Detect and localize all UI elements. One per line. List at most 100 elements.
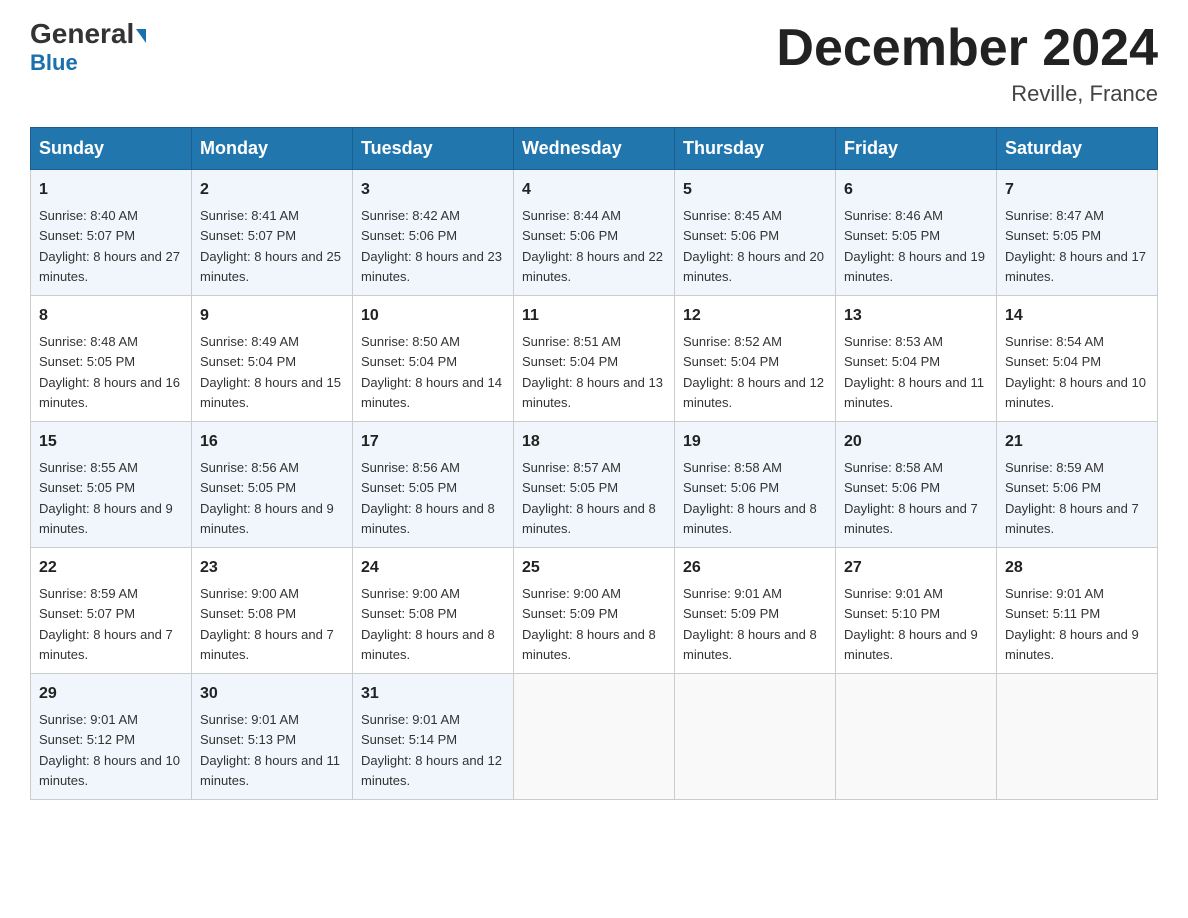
day-number: 7 [1005,178,1149,202]
weekday-header-sunday: Sunday [31,128,192,170]
day-info: Sunrise: 8:55 AMSunset: 5:05 PMDaylight:… [39,460,173,536]
day-info: Sunrise: 8:48 AMSunset: 5:05 PMDaylight:… [39,334,180,410]
day-number: 30 [200,682,344,706]
day-info: Sunrise: 9:01 AMSunset: 5:11 PMDaylight:… [1005,586,1139,662]
day-info: Sunrise: 8:47 AMSunset: 5:05 PMDaylight:… [1005,208,1146,284]
calendar-day-cell: 12 Sunrise: 8:52 AMSunset: 5:04 PMDayligh… [675,296,836,422]
calendar-day-cell: 10Sunrise: 8:50 AMSunset: 5:04 PMDayligh… [353,296,514,422]
day-info: Sunrise: 8:52 AMSunset: 5:04 PMDaylight:… [683,334,824,410]
day-info: Sunrise: 8:49 AMSunset: 5:04 PMDaylight:… [200,334,341,410]
day-number: 26 [683,556,827,580]
day-info: Sunrise: 8:45 AMSunset: 5:06 PMDaylight:… [683,208,824,284]
calendar-day-cell: 11Sunrise: 8:51 AMSunset: 5:04 PMDayligh… [514,296,675,422]
calendar-day-cell: 13Sunrise: 8:53 AMSunset: 5:04 PMDayligh… [836,296,997,422]
day-info: Sunrise: 9:01 AMSunset: 5:13 PMDaylight:… [200,712,340,788]
calendar-day-cell: 26 Sunrise: 9:01 AMSunset: 5:09 PMDayligh… [675,548,836,674]
day-number: 19 [683,430,827,454]
logo-triangle-icon [136,29,146,43]
calendar-day-cell: 2 Sunrise: 8:41 AMSunset: 5:07 PMDaylight… [192,170,353,296]
calendar-day-cell: 8 Sunrise: 8:48 AMSunset: 5:05 PMDaylight… [31,296,192,422]
calendar-week-row: 1 Sunrise: 8:40 AMSunset: 5:07 PMDaylight… [31,170,1158,296]
logo: General Blue [30,20,146,76]
day-info: Sunrise: 9:01 AMSunset: 5:12 PMDaylight:… [39,712,180,788]
calendar-day-cell: 31 Sunrise: 9:01 AMSunset: 5:14 PMDayligh… [353,674,514,800]
calendar-day-cell: 23Sunrise: 9:00 AMSunset: 5:08 PMDayligh… [192,548,353,674]
day-info: Sunrise: 8:46 AMSunset: 5:05 PMDaylight:… [844,208,985,284]
calendar-day-cell: 6 Sunrise: 8:46 AMSunset: 5:05 PMDaylight… [836,170,997,296]
calendar-day-cell: 24Sunrise: 9:00 AMSunset: 5:08 PMDayligh… [353,548,514,674]
calendar-day-cell: 27 Sunrise: 9:01 AMSunset: 5:10 PMDayligh… [836,548,997,674]
logo-bottom: Blue [30,50,78,76]
day-number: 11 [522,304,666,328]
day-info: Sunrise: 9:01 AMSunset: 5:09 PMDaylight:… [683,586,817,662]
page-header: General Blue December 2024 Reville, Fran… [30,20,1158,107]
day-number: 5 [683,178,827,202]
day-number: 22 [39,556,183,580]
day-number: 27 [844,556,988,580]
day-number: 29 [39,682,183,706]
day-number: 16 [200,430,344,454]
day-info: Sunrise: 8:41 AMSunset: 5:07 PMDaylight:… [200,208,341,284]
calendar-day-cell [514,674,675,800]
day-info: Sunrise: 8:57 AMSunset: 5:05 PMDaylight:… [522,460,656,536]
logo-top: General [30,20,146,48]
day-number: 24 [361,556,505,580]
calendar-week-row: 15 Sunrise: 8:55 AMSunset: 5:05 PMDayligh… [31,422,1158,548]
calendar-day-cell [997,674,1158,800]
calendar-day-cell: 3Sunrise: 8:42 AMSunset: 5:06 PMDaylight… [353,170,514,296]
day-info: Sunrise: 8:42 AMSunset: 5:06 PMDaylight:… [361,208,502,284]
day-number: 18 [522,430,666,454]
weekday-header-tuesday: Tuesday [353,128,514,170]
day-number: 14 [1005,304,1149,328]
day-info: Sunrise: 8:56 AMSunset: 5:05 PMDaylight:… [200,460,334,536]
day-info: Sunrise: 9:01 AMSunset: 5:10 PMDaylight:… [844,586,978,662]
weekday-header-wednesday: Wednesday [514,128,675,170]
day-info: Sunrise: 9:00 AMSunset: 5:09 PMDaylight:… [522,586,656,662]
day-number: 31 [361,682,505,706]
weekday-header-saturday: Saturday [997,128,1158,170]
month-title: December 2024 [776,20,1158,77]
calendar-table: SundayMondayTuesdayWednesdayThursdayFrid… [30,127,1158,800]
day-number: 8 [39,304,183,328]
calendar-day-cell: 5 Sunrise: 8:45 AMSunset: 5:06 PMDaylight… [675,170,836,296]
calendar-week-row: 22 Sunrise: 8:59 AMSunset: 5:07 PMDayligh… [31,548,1158,674]
day-info: Sunrise: 8:44 AMSunset: 5:06 PMDaylight:… [522,208,663,284]
day-number: 9 [200,304,344,328]
day-info: Sunrise: 8:56 AMSunset: 5:05 PMDaylight:… [361,460,495,536]
calendar-day-cell: 21Sunrise: 8:59 AMSunset: 5:06 PMDayligh… [997,422,1158,548]
day-info: Sunrise: 8:59 AMSunset: 5:06 PMDaylight:… [1005,460,1139,536]
day-number: 2 [200,178,344,202]
day-number: 12 [683,304,827,328]
weekday-header-thursday: Thursday [675,128,836,170]
day-info: Sunrise: 8:58 AMSunset: 5:06 PMDaylight:… [683,460,817,536]
calendar-day-cell: 17 Sunrise: 8:56 AMSunset: 5:05 PMDayligh… [353,422,514,548]
calendar-day-cell: 7 Sunrise: 8:47 AMSunset: 5:05 PMDaylight… [997,170,1158,296]
day-info: Sunrise: 8:53 AMSunset: 5:04 PMDaylight:… [844,334,984,410]
day-info: Sunrise: 9:01 AMSunset: 5:14 PMDaylight:… [361,712,502,788]
day-number: 15 [39,430,183,454]
day-info: Sunrise: 8:59 AMSunset: 5:07 PMDaylight:… [39,586,173,662]
weekday-header-monday: Monday [192,128,353,170]
day-number: 4 [522,178,666,202]
day-number: 28 [1005,556,1149,580]
weekday-header-friday: Friday [836,128,997,170]
location: Reville, France [776,81,1158,107]
calendar-day-cell: 4 Sunrise: 8:44 AMSunset: 5:06 PMDaylight… [514,170,675,296]
day-number: 6 [844,178,988,202]
day-number: 25 [522,556,666,580]
day-number: 17 [361,430,505,454]
weekday-header-row: SundayMondayTuesdayWednesdayThursdayFrid… [31,128,1158,170]
day-number: 1 [39,178,183,202]
day-info: Sunrise: 9:00 AMSunset: 5:08 PMDaylight:… [200,586,334,662]
calendar-day-cell: 29 Sunrise: 9:01 AMSunset: 5:12 PMDayligh… [31,674,192,800]
day-info: Sunrise: 8:40 AMSunset: 5:07 PMDaylight:… [39,208,180,284]
calendar-day-cell: 28 Sunrise: 9:01 AMSunset: 5:11 PMDayligh… [997,548,1158,674]
day-info: Sunrise: 8:54 AMSunset: 5:04 PMDaylight:… [1005,334,1146,410]
calendar-day-cell: 15 Sunrise: 8:55 AMSunset: 5:05 PMDayligh… [31,422,192,548]
calendar-week-row: 8 Sunrise: 8:48 AMSunset: 5:05 PMDaylight… [31,296,1158,422]
calendar-day-cell: 9 Sunrise: 8:49 AMSunset: 5:04 PMDaylight… [192,296,353,422]
calendar-day-cell: 19 Sunrise: 8:58 AMSunset: 5:06 PMDayligh… [675,422,836,548]
calendar-day-cell: 16 Sunrise: 8:56 AMSunset: 5:05 PMDayligh… [192,422,353,548]
day-number: 10 [361,304,505,328]
calendar-day-cell: 20Sunrise: 8:58 AMSunset: 5:06 PMDayligh… [836,422,997,548]
